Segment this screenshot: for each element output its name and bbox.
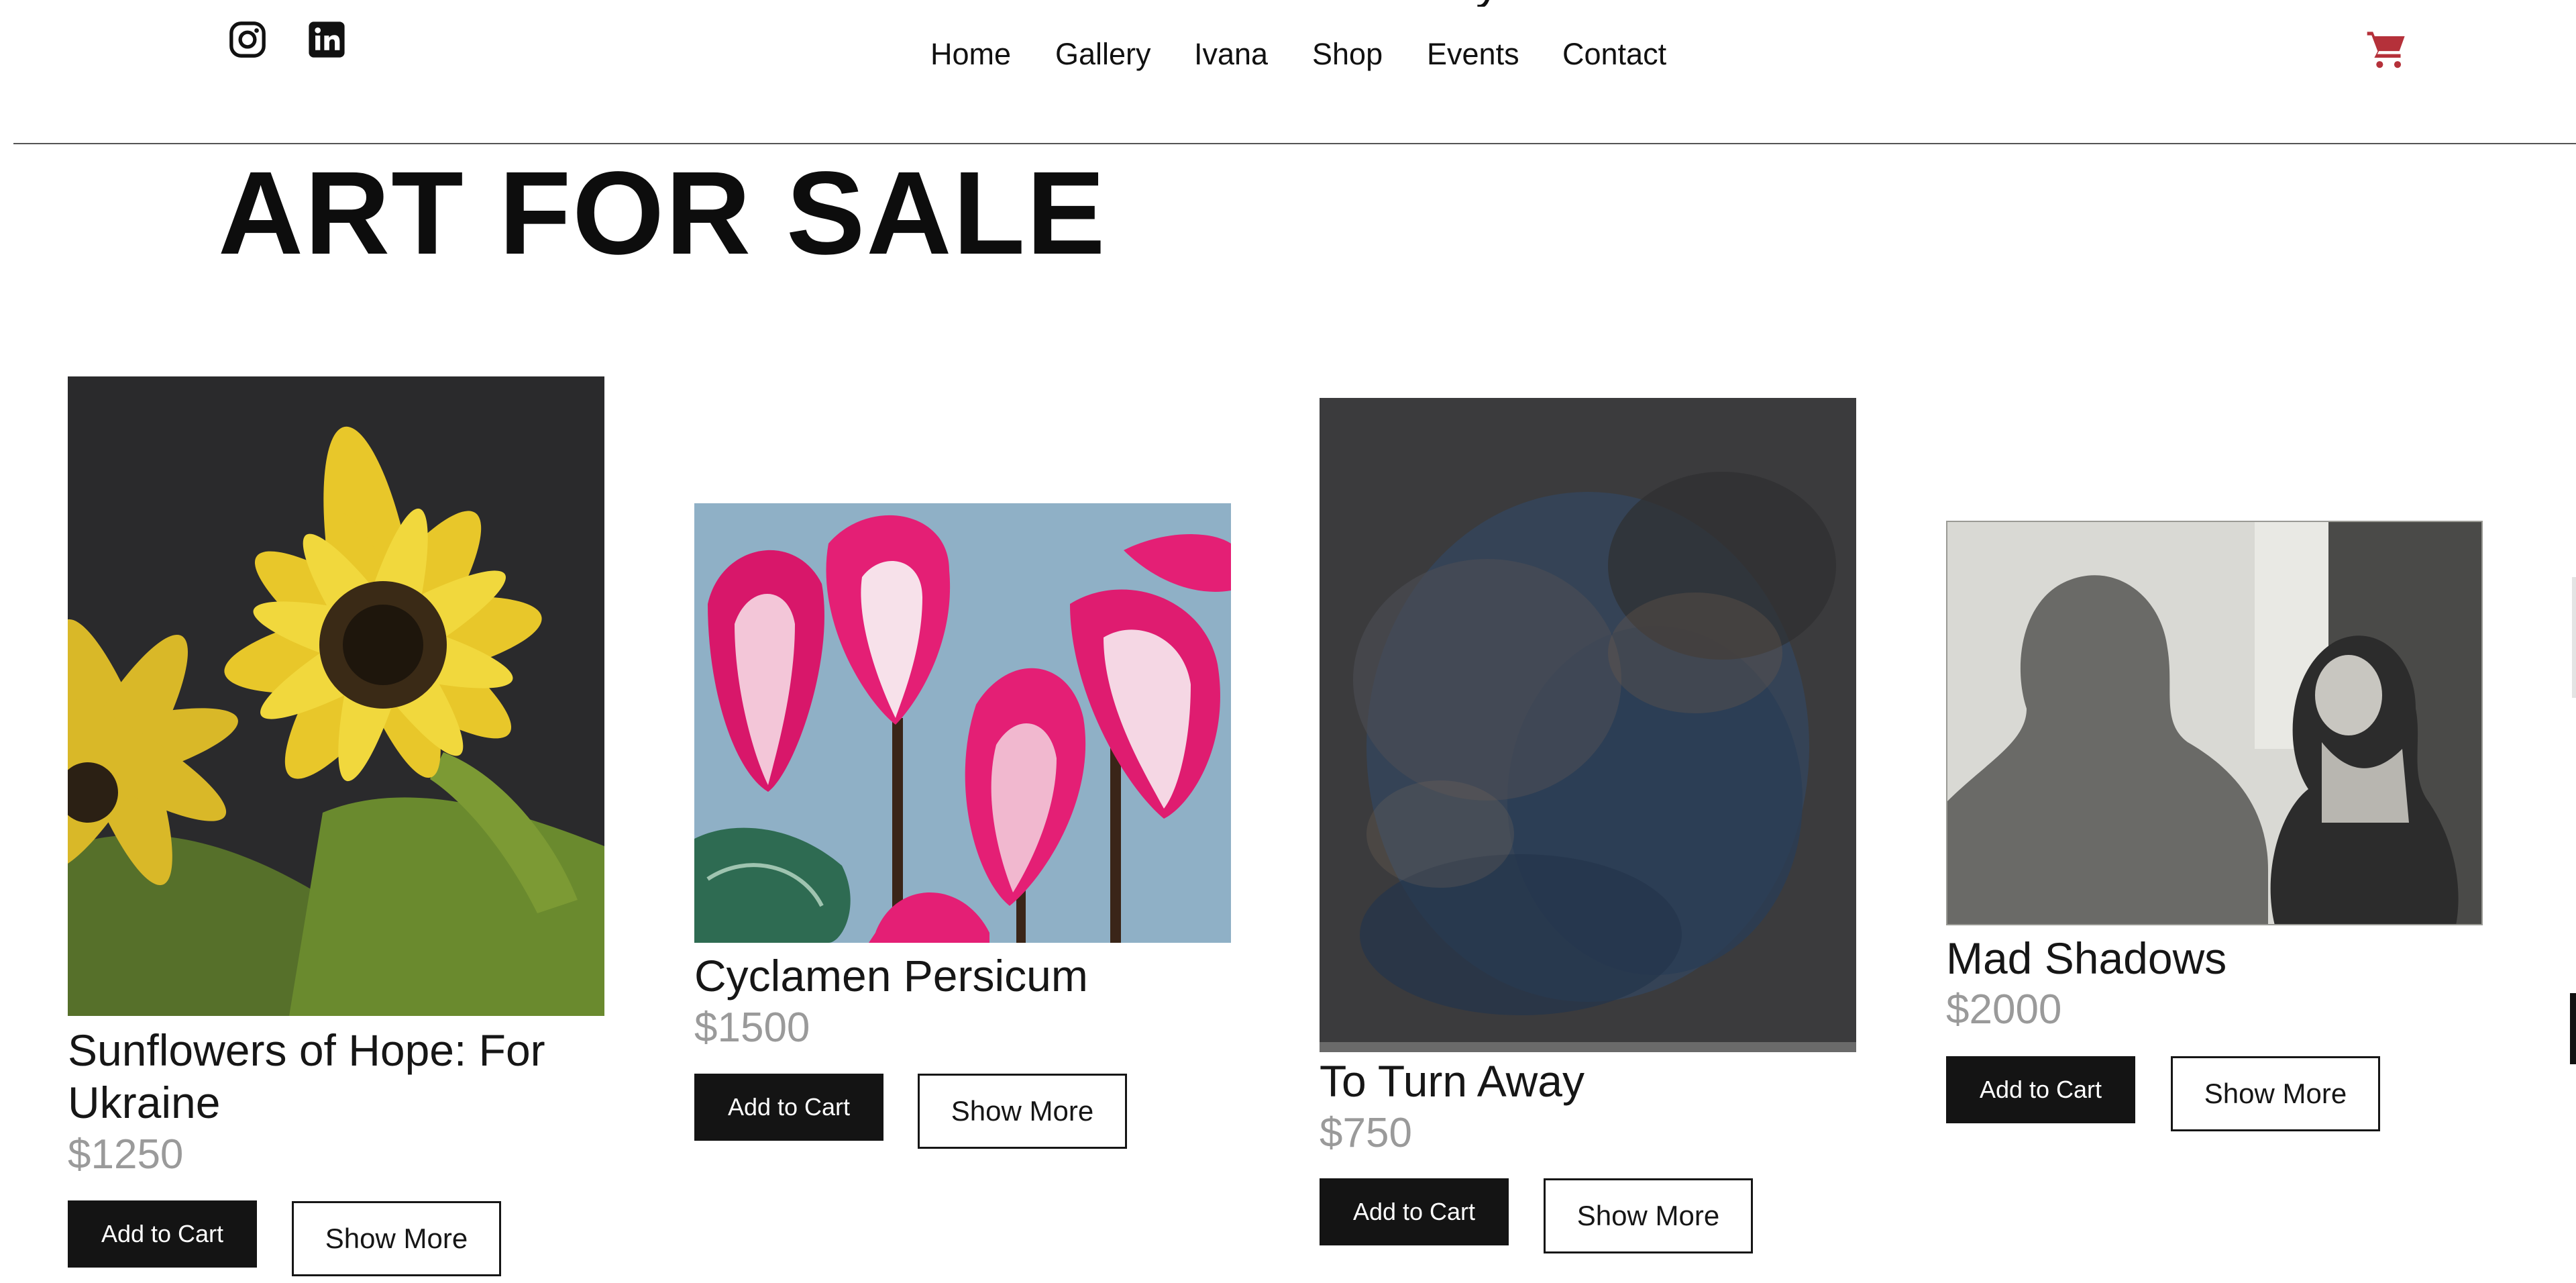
instagram-icon — [229, 21, 266, 58]
nav-ivana[interactable]: Ivana — [1194, 36, 1268, 72]
instagram-link[interactable] — [228, 20, 267, 59]
scroll-handle[interactable] — [2570, 993, 2576, 1064]
abstract-painting — [1320, 398, 1856, 1052]
header-divider — [13, 143, 2576, 144]
nav-contact[interactable]: Contact — [1562, 36, 1666, 72]
product-image-to-turn-away[interactable] — [1320, 398, 1856, 1052]
add-to-cart-button[interactable]: Add to Cart — [68, 1200, 257, 1268]
linkedin-icon — [309, 21, 345, 58]
nav-events[interactable]: Events — [1427, 36, 1519, 72]
cart-button[interactable] — [2364, 28, 2410, 71]
page-title: ART FOR SALE — [218, 148, 1107, 279]
add-to-cart-button[interactable]: Add to Cart — [1946, 1056, 2135, 1123]
sunflower-painting — [68, 376, 604, 1016]
add-to-cart-button[interactable]: Add to Cart — [694, 1074, 883, 1141]
scrollbar-track[interactable] — [2572, 577, 2576, 698]
product-name[interactable]: To Turn Away — [1320, 1055, 1856, 1107]
product-price: $2000 — [1946, 986, 2062, 1033]
nav-gallery[interactable]: Gallery — [1055, 36, 1151, 72]
shopping-cart-icon — [2367, 32, 2405, 68]
product-image-sunflowers[interactable] — [68, 376, 604, 1016]
product-image-mad-shadows[interactable] — [1946, 521, 2483, 925]
product-price: $1250 — [68, 1131, 184, 1178]
show-more-button[interactable]: Show More — [292, 1201, 501, 1276]
product-name[interactable]: Cyclamen Persicum — [694, 950, 1231, 1002]
product-price: $1500 — [694, 1005, 810, 1051]
add-to-cart-button[interactable]: Add to Cart — [1320, 1178, 1509, 1245]
nav-shop[interactable]: Shop — [1312, 36, 1383, 72]
product-name[interactable]: Mad Shadows — [1946, 932, 2483, 984]
cyclamen-painting — [694, 503, 1231, 943]
product-price: $750 — [1320, 1110, 1412, 1156]
linkedin-link[interactable] — [307, 20, 346, 59]
shadow-drawing — [1946, 521, 2483, 925]
product-image-cyclamen[interactable] — [694, 503, 1231, 943]
site-logo-fragment: y — [1476, 0, 1529, 7]
show-more-button[interactable]: Show More — [918, 1074, 1127, 1149]
show-more-button[interactable]: Show More — [1544, 1178, 1753, 1253]
product-name[interactable]: Sunflowers of Hope: For Ukraine — [68, 1024, 604, 1129]
nav-home[interactable]: Home — [930, 36, 1011, 72]
show-more-button[interactable]: Show More — [2171, 1056, 2380, 1131]
